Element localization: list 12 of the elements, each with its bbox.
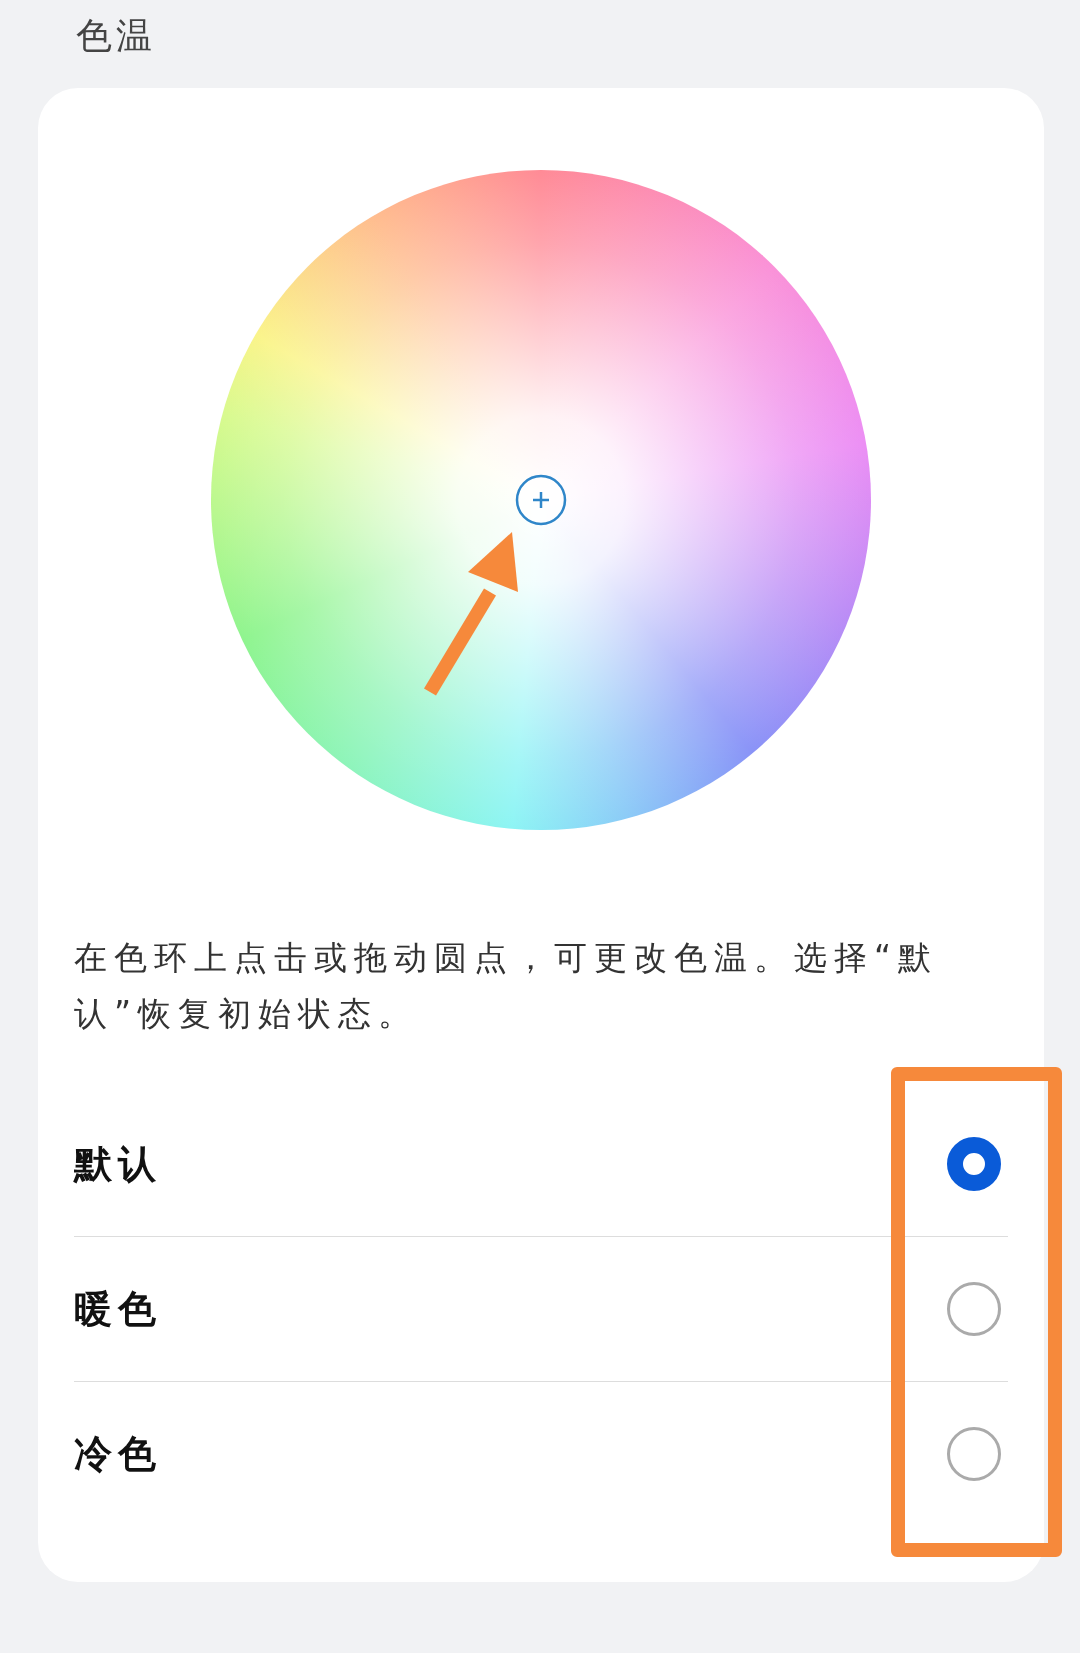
option-label: 冷色 [74, 1430, 162, 1478]
radio-button[interactable] [947, 1137, 1001, 1191]
option-label: 默认 [74, 1140, 162, 1188]
description-text: 在色环上点击或拖动圆点，可更改色温。选择“默认”恢复初始状态。 [74, 937, 940, 1035]
option-row[interactable]: 默认 [74, 1092, 1008, 1237]
radio-button[interactable] [947, 1282, 1001, 1336]
option-row[interactable]: 暖色 [74, 1237, 1008, 1382]
section-title: 色温 [75, 14, 157, 58]
plus-handle-icon[interactable] [515, 474, 567, 526]
option-row[interactable]: 冷色 [74, 1382, 1008, 1526]
radio-button[interactable] [947, 1427, 1001, 1481]
option-label: 暖色 [74, 1285, 162, 1333]
